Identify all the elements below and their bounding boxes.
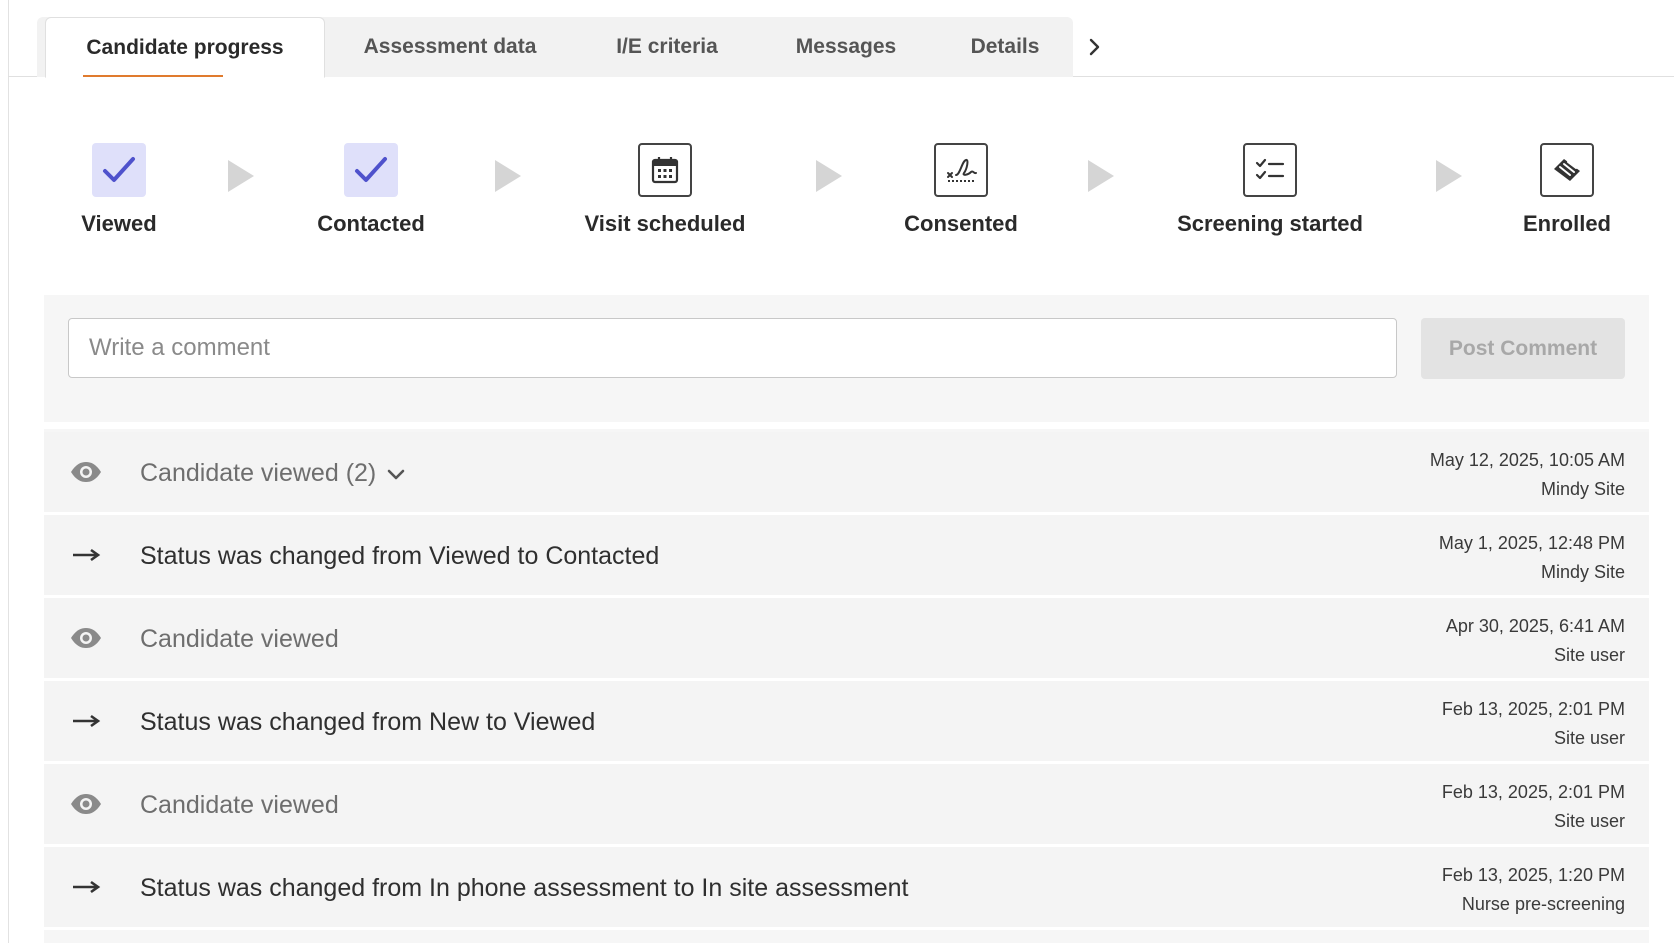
activity-meta: May 1, 2025, 12:48 PM Mindy Site [1439, 529, 1625, 587]
list-item: Status was changed from In phone assessm… [44, 847, 1649, 930]
panel-divider [44, 403, 1649, 429]
signature-icon [934, 143, 988, 197]
step-viewed: Viewed [9, 143, 229, 237]
step-consented: Consented [851, 143, 1071, 237]
eye-icon [68, 458, 104, 486]
check-icon [344, 143, 398, 197]
activity-label: Status was changed from Viewed to Contac… [140, 542, 660, 570]
step-arrow-icon [1088, 160, 1114, 192]
activity-meta: Apr 30, 2025, 6:41 AM Site user [1446, 612, 1625, 670]
activity-meta: Feb 13, 2025, 2:01 PM Site user [1442, 778, 1625, 836]
step-label: Consented [904, 211, 1018, 236]
step-arrow-icon [495, 160, 521, 192]
activity-date: Apr 30, 2025, 6:41 AM [1445, 616, 1625, 636]
step-enrolled: Enrolled [1457, 143, 1674, 237]
tab-label: I/E criteria [616, 35, 718, 58]
list-item: Status was changed from Viewed to Contac… [44, 515, 1649, 598]
chevron-down-icon[interactable] [386, 433, 406, 516]
step-visit-scheduled: Visit scheduled [555, 143, 775, 237]
activity-list: Candidate viewed (2) May 12, 2025, 10:05… [44, 432, 1649, 930]
activity-user: Site user [1553, 645, 1625, 665]
chevron-right-icon[interactable] [1082, 30, 1108, 64]
activity-user: Site user [1553, 811, 1625, 831]
list-item: Status was changed from New to Viewed Fe… [44, 681, 1649, 764]
arrow-right-icon [68, 707, 104, 735]
activity-user: Mindy Site [1540, 562, 1625, 582]
activity-date: Feb 13, 2025, 1:20 PM [1441, 865, 1625, 885]
activity-user: Nurse pre-screening [1461, 894, 1625, 914]
activity-label: Status was changed from In phone assessm… [140, 874, 909, 902]
activity-user: Mindy Site [1540, 479, 1625, 499]
tab-label: Candidate progress [86, 36, 284, 59]
step-label: Screening started [1177, 211, 1363, 236]
activity-meta: Feb 13, 2025, 2:01 PM Site user [1442, 695, 1625, 753]
activity-label: Status was changed from New to Viewed [140, 708, 596, 736]
activity-label: Candidate viewed (2) [140, 459, 377, 487]
eye-icon [68, 790, 104, 818]
tab-label: Details [970, 35, 1040, 58]
arrow-right-icon [68, 541, 104, 569]
step-screening-started: Screening started [1160, 143, 1380, 237]
tab-label: Messages [795, 35, 897, 58]
list-item: Candidate viewed (2) May 12, 2025, 10:05… [44, 432, 1649, 515]
activity-meta: May 12, 2025, 10:05 AM Mindy Site [1430, 446, 1625, 504]
step-label: Visit scheduled [584, 211, 746, 236]
activity-date: May 1, 2025, 12:48 PM [1438, 533, 1625, 553]
list-item: Candidate viewed Feb 13, 2025, 2:01 PM S… [44, 764, 1649, 847]
checklist-icon [1243, 143, 1297, 197]
calendar-icon [638, 143, 692, 197]
activity-user: Site user [1553, 728, 1625, 748]
tab-details[interactable]: Details [955, 17, 1055, 77]
tab-label: Assessment data [363, 35, 537, 58]
step-arrow-icon [228, 160, 254, 192]
left-border [8, 0, 9, 943]
eye-icon [68, 624, 104, 652]
step-label: Contacted [317, 211, 425, 236]
step-contacted: Contacted [261, 143, 481, 237]
tab-assessment-data[interactable]: Assessment data [345, 17, 555, 77]
activity-text: Candidate viewed (2) [140, 432, 406, 516]
tab-candidate-progress[interactable]: Candidate progress [45, 17, 325, 78]
step-label: Viewed [81, 211, 157, 236]
check-icon [92, 143, 146, 197]
activity-date: Feb 13, 2025, 2:01 PM [1441, 782, 1625, 802]
tab-ie-criteria[interactable]: I/E criteria [596, 17, 738, 77]
step-arrow-icon [816, 160, 842, 192]
comment-input[interactable] [68, 318, 1397, 378]
activity-label: Candidate viewed [140, 791, 339, 819]
activity-label: Candidate viewed [140, 625, 339, 653]
tab-messages[interactable]: Messages [778, 17, 914, 77]
handshake-icon [1540, 143, 1594, 197]
activity-meta: Feb 13, 2025, 1:20 PM Nurse pre-screenin… [1442, 861, 1625, 919]
step-label: Enrolled [1522, 211, 1611, 236]
arrow-right-icon [68, 873, 104, 901]
activity-date: Feb 13, 2025, 2:01 PM [1441, 699, 1625, 719]
post-comment-button[interactable]: Post Comment [1421, 318, 1625, 379]
activity-date: May 12, 2025, 10:05 AM [1429, 450, 1625, 470]
active-tab-indicator [83, 75, 223, 77]
list-item: Candidate viewed Apr 30, 2025, 6:41 AM S… [44, 598, 1649, 681]
